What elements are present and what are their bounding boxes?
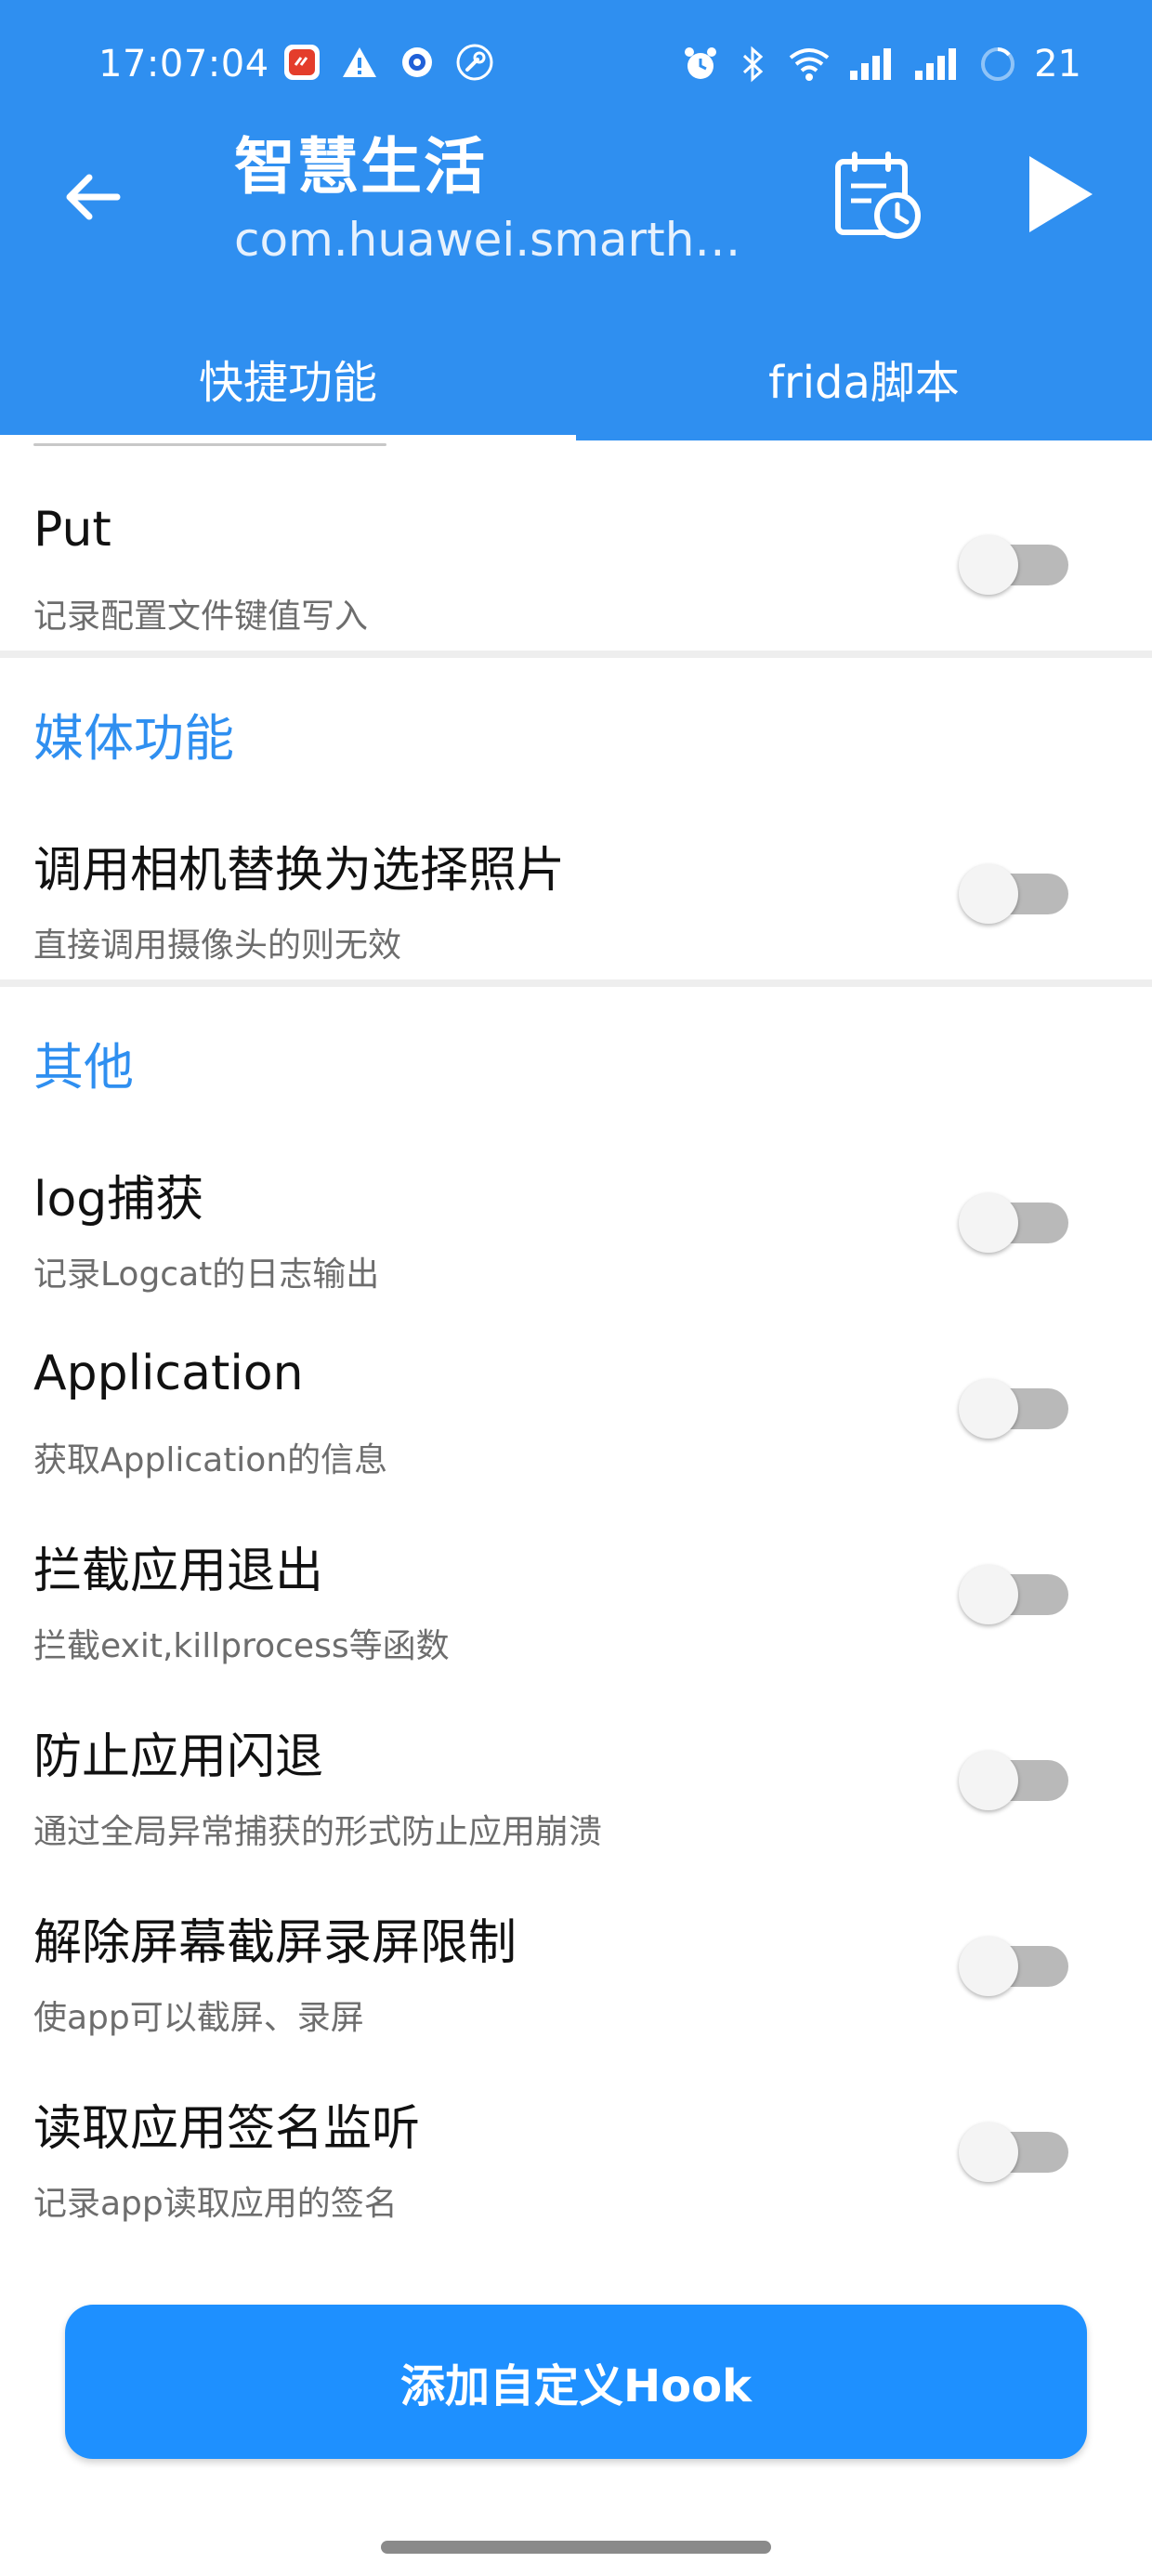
section-header-other: 其他 [33,1038,134,1097]
battery-level: 21 [1034,43,1081,85]
partially-hidden-item [33,440,424,450]
add-custom-hook-button[interactable]: 添加自定义Hook [65,2305,1087,2459]
tab-frida-scripts[interactable]: frida脚本 [576,316,1152,440]
item-title: 读取应用签名监听 [33,2101,421,2157]
list-item[interactable]: 读取应用签名监听 记录app读取应用的签名 [0,2080,1152,2256]
app-title: 智慧生活 [234,131,487,203]
list-item[interactable]: log捕获 记录Logcat的日志输出 [0,1150,1152,1327]
item-description: 记录配置文件键值写入 [33,598,369,636]
item-title: log捕获 [33,1172,204,1228]
item-description: 通过全局异常捕获的形式防止应用崩溃 [33,1813,603,1851]
signal-icon-1 [850,48,892,80]
item-description: 直接调用摄像头的则无效 [33,927,402,965]
schedule-icon[interactable] [831,149,923,242]
tab-bar: 快捷功能 frida脚本 [0,316,1152,440]
app-bar: 17:07:04 21 智慧生活 com.huawei.smartho... 快… [0,0,1152,440]
back-arrow-icon[interactable] [59,164,126,230]
wifi-icon [789,48,830,81]
toggle-switch[interactable] [959,1922,1068,1996]
tab-quick-functions[interactable]: 快捷功能 [0,316,576,440]
item-title: 解除屏幕截屏录屏限制 [33,1915,517,1971]
section-divider [0,979,1152,987]
status-time: 17:07:04 [98,43,269,85]
app-notification-icon [284,45,320,80]
toggle-switch[interactable] [959,1178,1068,1253]
signal-icon-2 [915,48,957,80]
toggle-switch[interactable] [959,1550,1068,1624]
system-icons: 21 [681,43,1081,85]
item-title: 拦截应用退出 [33,1544,324,1599]
item-description: 记录Logcat的日志输出 [33,1255,380,1294]
status-bar: 17:07:04 21 [0,0,1152,139]
section-header-media: 媒体功能 [33,709,234,768]
item-title: 防止应用闪退 [33,1729,324,1785]
warning-icon [343,47,376,77]
section-divider [0,651,1152,658]
item-description: 拦截exit,killprocess等函数 [33,1627,450,1665]
list-item[interactable]: Put 记录配置文件键值写入 [0,493,1152,651]
list-item[interactable]: 解除屏幕截屏录屏限制 使app可以截屏、录屏 [0,1894,1152,2070]
toggle-switch[interactable] [959,520,1068,595]
toggle-switch[interactable] [959,1364,1068,1439]
notification-icons [282,43,494,82]
item-description: 记录app读取应用的签名 [33,2185,398,2223]
app-title-block: 智慧生活 com.huawei.smartho... [234,125,773,269]
toggle-switch[interactable] [959,849,1068,924]
toggle-switch[interactable] [959,2108,1068,2182]
item-title: Put [33,502,111,558]
item-title: 调用相机替换为选择照片 [33,843,566,899]
item-title: Application [33,1346,304,1401]
item-description: 使app可以截屏、录屏 [33,1999,364,2037]
play-icon[interactable] [1026,154,1096,234]
wrench-icon [456,44,493,81]
list-item[interactable]: 调用相机替换为选择照片 直接调用摄像头的则无效 [0,821,1152,979]
navigation-gesture-bar[interactable] [381,2541,771,2554]
bluetooth-icon [743,46,764,83]
alarm-icon [685,47,717,79]
battery-icon [981,47,1015,81]
list-item[interactable]: 防止应用闪退 通过全局异常捕获的形式防止应用崩溃 [0,1708,1152,1885]
list-item[interactable]: 拦截应用退出 拦截exit,killprocess等函数 [0,1522,1152,1699]
app-package-name: com.huawei.smartho... [234,213,764,267]
item-description: 获取Application的信息 [33,1441,388,1479]
location-icon [402,47,432,77]
toggle-switch[interactable] [959,1736,1068,1810]
list-item[interactable]: Application 获取Application的信息 [0,1336,1152,1513]
